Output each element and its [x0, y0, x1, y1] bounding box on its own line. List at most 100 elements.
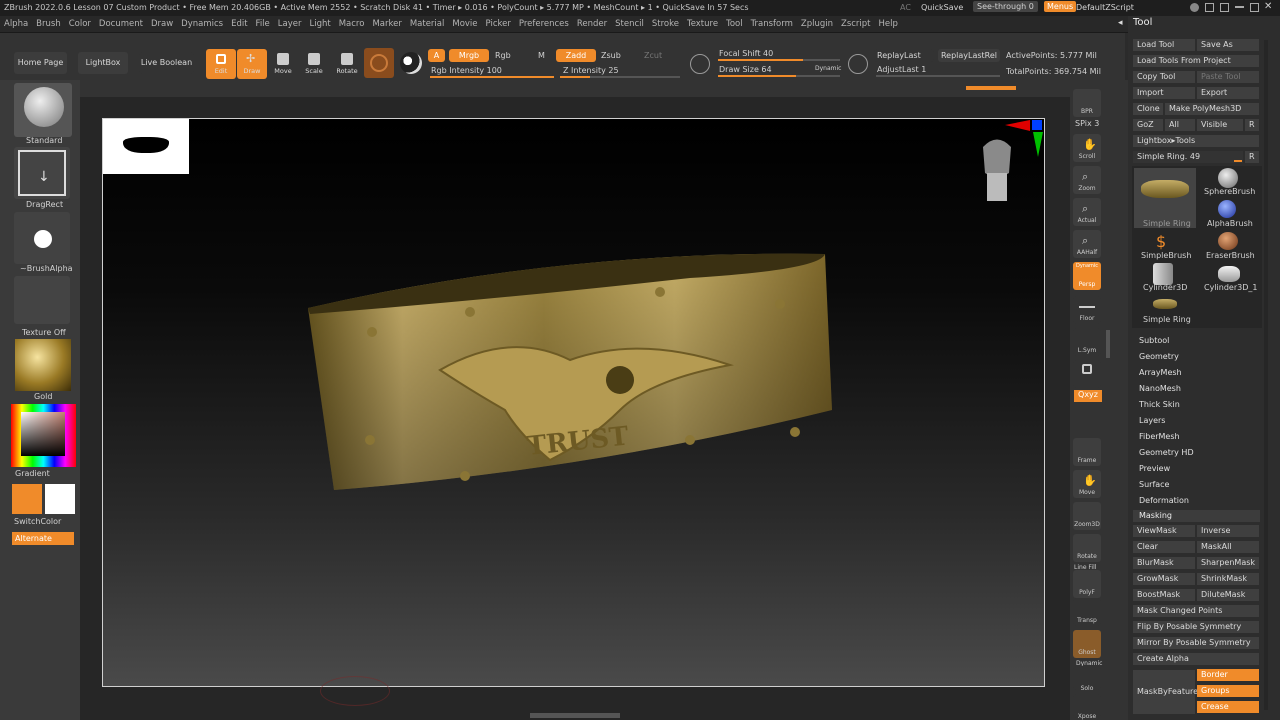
layout-icon[interactable] — [1220, 3, 1229, 12]
current-tool-slider[interactable]: Simple Ring. 49 — [1133, 151, 1243, 163]
inverse-button[interactable]: Inverse — [1197, 525, 1259, 537]
xpose-button[interactable]: Xpose — [1073, 694, 1101, 720]
zoom3d-button[interactable]: Zoom3D — [1073, 502, 1101, 530]
paste-tool-button[interactable]: Paste Tool — [1197, 71, 1259, 83]
menu-alpha[interactable]: Alpha — [4, 19, 28, 29]
thick-skin-panel[interactable]: Thick Skin — [1139, 400, 1180, 409]
minimize-icon[interactable] — [1235, 6, 1244, 8]
mrgb-toggle[interactable]: Mrgb — [449, 49, 489, 62]
menu-picker[interactable]: Picker — [486, 19, 511, 29]
menu-color[interactable]: Color — [69, 19, 91, 29]
flip-posable-symmetry-button[interactable]: Flip By Posable Symmetry — [1133, 621, 1259, 633]
load-from-project-button[interactable]: Load Tools From Project — [1133, 55, 1259, 67]
replay-last-rel-button[interactable]: ReplayLastRel — [938, 49, 1000, 62]
close-icon[interactable]: ✕ — [1264, 1, 1272, 12]
material-swatch-button[interactable] — [364, 48, 394, 78]
see-through-slider[interactable]: See-through 0 — [973, 1, 1038, 12]
goz-visible-button[interactable]: Visible — [1197, 119, 1243, 131]
ghost-button[interactable]: Ghost — [1073, 630, 1101, 658]
blurmask-button[interactable]: BlurMask — [1133, 557, 1195, 569]
menu-document[interactable]: Document — [99, 19, 143, 29]
fibermesh-panel[interactable]: FiberMesh — [1139, 432, 1180, 441]
xyz-button[interactable]: Qxyz — [1074, 390, 1102, 402]
zadd-toggle[interactable]: Zadd — [556, 49, 596, 62]
aahalf-button[interactable]: ⌕ AAHalf — [1073, 230, 1101, 258]
spotlight-icon[interactable] — [400, 52, 422, 74]
material-gold-button[interactable] — [15, 339, 71, 391]
geometry-panel[interactable]: Geometry — [1139, 352, 1179, 361]
make-polymesh-button[interactable]: Make PolyMesh3D — [1165, 103, 1259, 115]
menu-edit[interactable]: Edit — [231, 19, 247, 29]
sphere-brush-icon[interactable] — [1218, 168, 1238, 188]
cylinder3d-1-icon[interactable] — [1218, 266, 1240, 282]
growmask-button[interactable]: GrowMask — [1133, 573, 1195, 585]
secondary-color-swatch[interactable] — [45, 484, 75, 514]
switch-color-button[interactable]: SwitchColor — [14, 517, 61, 526]
menu-stroke[interactable]: Stroke — [652, 19, 679, 29]
menu-render[interactable]: Render — [577, 19, 607, 29]
crease-toggle[interactable]: Crease — [1197, 701, 1259, 713]
floor-button[interactable]: Floor — [1073, 296, 1101, 324]
color-picker[interactable] — [11, 404, 76, 467]
adjust-last-slider[interactable] — [876, 75, 1000, 77]
color-square[interactable] — [21, 412, 65, 456]
menu-file[interactable]: File — [256, 19, 270, 29]
focal-shift-icon[interactable] — [690, 54, 710, 74]
masking-panel-header[interactable]: Masking — [1133, 510, 1260, 522]
scroll-button[interactable]: ✋ Scroll — [1073, 134, 1101, 162]
move-view-button[interactable]: ✋ Move — [1073, 470, 1101, 498]
menu-preferences[interactable]: Preferences — [519, 19, 569, 29]
script-name[interactable]: DefaultZScript — [1076, 3, 1134, 12]
spix-slider[interactable]: SPix 3 — [1075, 119, 1099, 128]
solo-button[interactable]: Solo — [1073, 666, 1101, 692]
rotate-view-button[interactable]: Rotate — [1073, 534, 1101, 562]
mirror-posable-symmetry-button[interactable]: Mirror By Posable Symmetry — [1133, 637, 1259, 649]
rotate-button[interactable]: Rotate — [332, 49, 362, 79]
draw-size-slider[interactable] — [718, 75, 840, 77]
goz-r-button[interactable]: R — [1245, 119, 1259, 131]
border-toggle[interactable]: Border — [1197, 669, 1259, 681]
menu-material[interactable]: Material — [410, 19, 445, 29]
geometry-hd-panel[interactable]: Geometry HD — [1139, 448, 1194, 457]
dilutemask-button[interactable]: DiluteMask — [1197, 589, 1259, 601]
cylinder3d-icon[interactable] — [1153, 263, 1173, 285]
simple-brush-icon[interactable]: $ — [1156, 232, 1166, 251]
focal-shift-slider[interactable] — [718, 59, 840, 61]
subtool-panel[interactable]: Subtool — [1139, 336, 1169, 345]
menu-zscript[interactable]: Zscript — [841, 19, 871, 29]
texture-button[interactable] — [14, 276, 70, 324]
shrinkmask-button[interactable]: ShrinkMask — [1197, 573, 1259, 585]
rgb-intensity-slider[interactable] — [430, 76, 554, 78]
viewmask-button[interactable]: ViewMask — [1133, 525, 1195, 537]
create-alpha-button[interactable]: Create Alpha — [1133, 653, 1259, 665]
transp-button[interactable]: Transp — [1073, 598, 1101, 626]
menu-layer[interactable]: Layer — [278, 19, 302, 29]
scale-button[interactable]: Scale — [299, 49, 329, 79]
zsub-toggle[interactable]: Zsub — [601, 51, 621, 60]
move-button[interactable]: Move — [268, 49, 298, 79]
arraymesh-panel[interactable]: ArrayMesh — [1139, 368, 1182, 377]
menu-macro[interactable]: Macro — [339, 19, 365, 29]
alpha-button[interactable] — [14, 212, 70, 264]
load-tool-button[interactable]: Load Tool — [1133, 39, 1195, 51]
help-icon[interactable] — [1190, 3, 1199, 12]
menu-dynamics[interactable]: Dynamics — [181, 19, 223, 29]
dynamic-toggle[interactable]: Dynamic — [815, 65, 841, 72]
primary-color-swatch[interactable] — [12, 484, 42, 514]
viewport-scrollbar[interactable] — [530, 713, 620, 718]
draw-button[interactable]: ✢ Draw — [237, 49, 267, 79]
menu-zplugin[interactable]: Zplugin — [801, 19, 833, 29]
menus-toggle[interactable]: Menus — [1044, 1, 1077, 12]
rgb-toggle[interactable]: Rgb — [495, 51, 511, 60]
zoom-button[interactable]: ⌕ Zoom — [1073, 166, 1101, 194]
zcut-toggle[interactable]: Zcut — [644, 51, 662, 60]
simple-ring-small-icon[interactable] — [1153, 299, 1177, 309]
r-button[interactable]: R — [1245, 151, 1259, 163]
brush-button[interactable] — [14, 83, 72, 137]
surface-panel[interactable]: Surface — [1139, 480, 1169, 489]
quicksave-button[interactable]: QuickSave — [921, 3, 963, 12]
edit-button[interactable]: Edit — [206, 49, 236, 79]
menu-transform[interactable]: Transform — [751, 19, 793, 29]
eraser-brush-icon[interactable] — [1218, 232, 1238, 250]
stroke-button[interactable]: ↓ — [14, 147, 70, 199]
